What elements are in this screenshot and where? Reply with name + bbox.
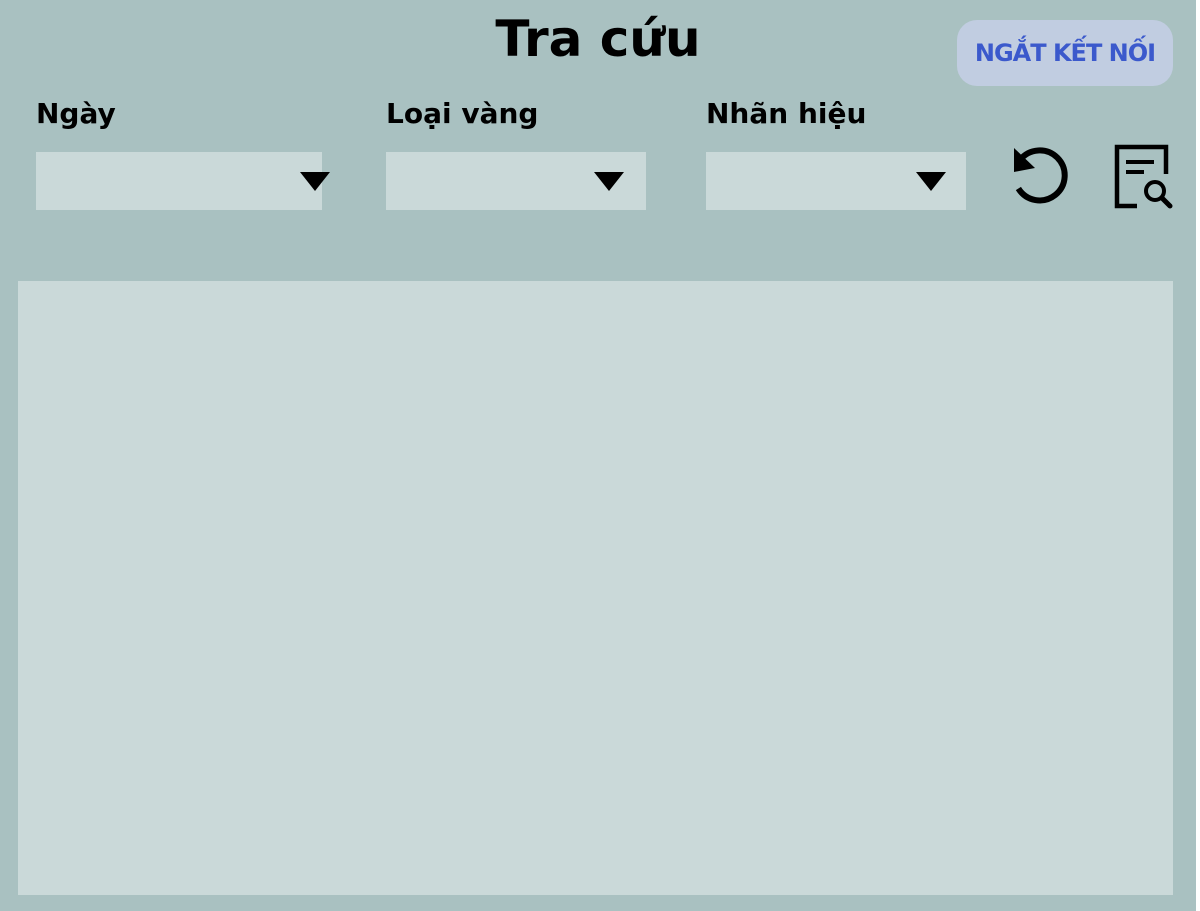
chevron-down-icon	[594, 172, 624, 191]
brand-label: Nhãn hiệu	[706, 97, 867, 130]
refresh-icon	[1014, 147, 1068, 204]
gold-type-label: Loại vàng	[386, 97, 539, 130]
result-table[interactable]	[18, 281, 1173, 895]
refresh-button[interactable]	[1004, 140, 1076, 212]
date-select[interactable]	[36, 152, 330, 210]
brand-select[interactable]	[706, 152, 966, 210]
chevron-down-icon	[916, 172, 946, 191]
date-label: Ngày	[36, 97, 116, 130]
disconnect-button[interactable]: NGẮT KẾT NỐI	[957, 20, 1173, 86]
window-edge	[1196, 0, 1200, 911]
gold-type-select[interactable]	[386, 152, 646, 210]
chevron-down-icon	[300, 172, 330, 191]
search-button[interactable]	[1110, 142, 1176, 214]
document-search-icon	[1114, 144, 1173, 209]
